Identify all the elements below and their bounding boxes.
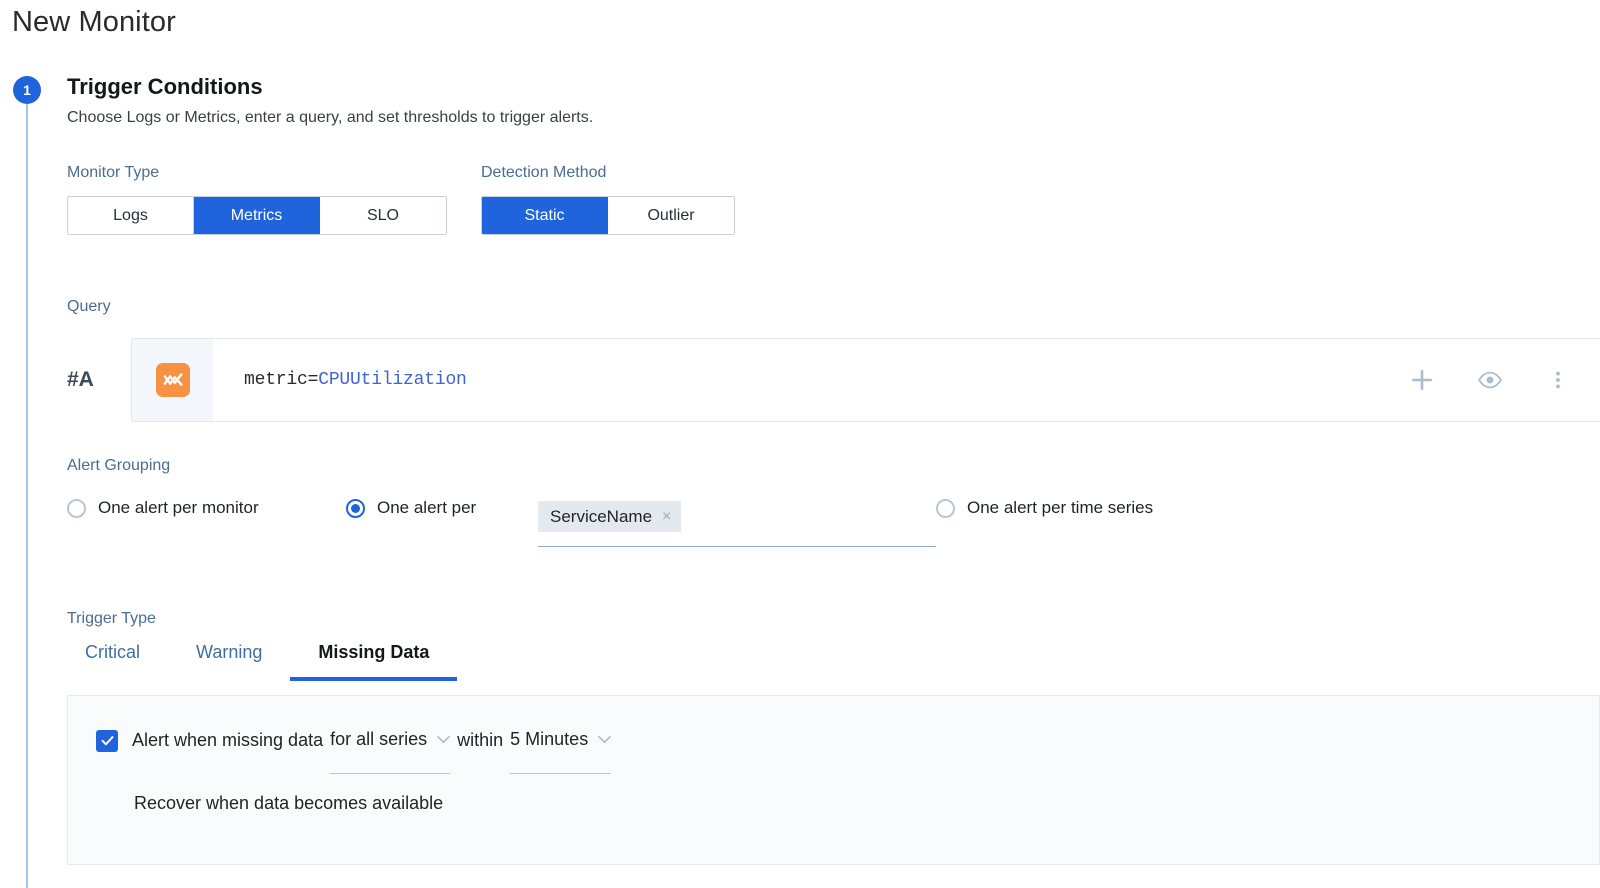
trigger-type-label: Trigger Type	[67, 610, 156, 628]
missing-data-text-middle: within	[457, 730, 503, 751]
chevron-down-icon	[598, 735, 611, 744]
dropdown-missing-data-duration[interactable]: 5 Minutes	[510, 729, 611, 752]
monitor-type-option-metrics[interactable]: Metrics	[194, 197, 320, 234]
missing-data-alert-row: Alert when missing data for all series w…	[96, 729, 611, 752]
missing-data-sentence: Alert when missing data for all series w…	[132, 729, 611, 752]
tab-critical[interactable]: Critical	[67, 642, 168, 681]
missing-data-text-prefix: Alert when missing data	[132, 730, 323, 751]
radio-icon-unchecked[interactable]	[67, 499, 86, 518]
missing-data-panel: Alert when missing data for all series w…	[67, 695, 1600, 865]
group-by-chip-label: ServiceName	[550, 507, 652, 527]
query-expression-key: metric=	[244, 370, 318, 390]
monitor-type-option-logs[interactable]: Logs	[68, 197, 194, 234]
query-label: Query	[67, 298, 111, 316]
query-expression-value: CPUUtilization	[318, 370, 466, 390]
tab-missing-data[interactable]: Missing Data	[290, 642, 457, 681]
query-type-selector[interactable]	[132, 339, 213, 421]
plus-icon[interactable]	[1408, 366, 1436, 394]
detection-method-segmented-control[interactable]: Static Outlier	[481, 196, 735, 235]
missing-data-recover-text: Recover when data becomes available	[134, 793, 443, 814]
radio-icon-checked[interactable]	[346, 499, 365, 518]
detection-method-label: Detection Method	[481, 164, 606, 182]
page-title: New Monitor	[12, 6, 176, 39]
radio-icon-unchecked[interactable]	[936, 499, 955, 518]
radio-option-one-alert-per-time-series[interactable]: One alert per time series	[936, 498, 1153, 518]
metric-chart-icon	[156, 363, 190, 397]
monitor-type-option-slo[interactable]: SLO	[320, 197, 446, 234]
group-by-chip[interactable]: ServiceName ×	[538, 501, 681, 532]
section-description: Choose Logs or Metrics, enter a query, a…	[67, 109, 593, 127]
step-number-badge: 1	[13, 76, 41, 104]
monitor-type-segmented-control[interactable]: Logs Metrics SLO	[67, 196, 447, 235]
alert-grouping-label: Alert Grouping	[67, 457, 170, 475]
detection-method-option-static[interactable]: Static	[482, 197, 608, 234]
query-action-buttons	[1408, 339, 1600, 421]
radio-label-one-alert-per-time-series: One alert per time series	[967, 498, 1153, 518]
section-title: Trigger Conditions	[67, 74, 263, 100]
query-row-tag: #A	[67, 368, 94, 392]
radio-label-one-alert-per-group: One alert per	[377, 498, 476, 518]
step-connector-line	[26, 104, 28, 888]
radio-option-one-alert-per-group[interactable]: One alert per	[346, 498, 476, 518]
radio-option-one-alert-per-monitor[interactable]: One alert per monitor	[67, 498, 259, 518]
tab-warning[interactable]: Warning	[168, 642, 290, 681]
dropdown-missing-data-scope-value: for all series	[330, 729, 427, 750]
close-icon[interactable]: ×	[662, 509, 671, 525]
dropdown-missing-data-scope[interactable]: for all series	[330, 729, 450, 752]
query-expression-input[interactable]: metric=CPUUtilization	[213, 339, 1408, 421]
eye-icon[interactable]	[1476, 366, 1504, 394]
query-row: metric=CPUUtilization	[131, 338, 1600, 422]
dropdown-underline	[330, 773, 450, 774]
dropdown-underline	[510, 773, 611, 774]
checkbox-alert-when-missing-data[interactable]	[96, 730, 118, 752]
chevron-down-icon	[437, 735, 450, 744]
dropdown-missing-data-duration-value: 5 Minutes	[510, 729, 588, 750]
detection-method-option-outlier[interactable]: Outlier	[608, 197, 734, 234]
radio-label-one-alert-per-monitor: One alert per monitor	[98, 498, 259, 518]
trigger-type-tabs: Critical Warning Missing Data	[67, 642, 457, 681]
group-by-field[interactable]: ServiceName ×	[538, 497, 936, 547]
monitor-type-label: Monitor Type	[67, 164, 159, 182]
vertical-dots-icon[interactable]	[1544, 366, 1572, 394]
new-monitor-page: New Monitor 1 Trigger Conditions Choose …	[0, 0, 1600, 888]
